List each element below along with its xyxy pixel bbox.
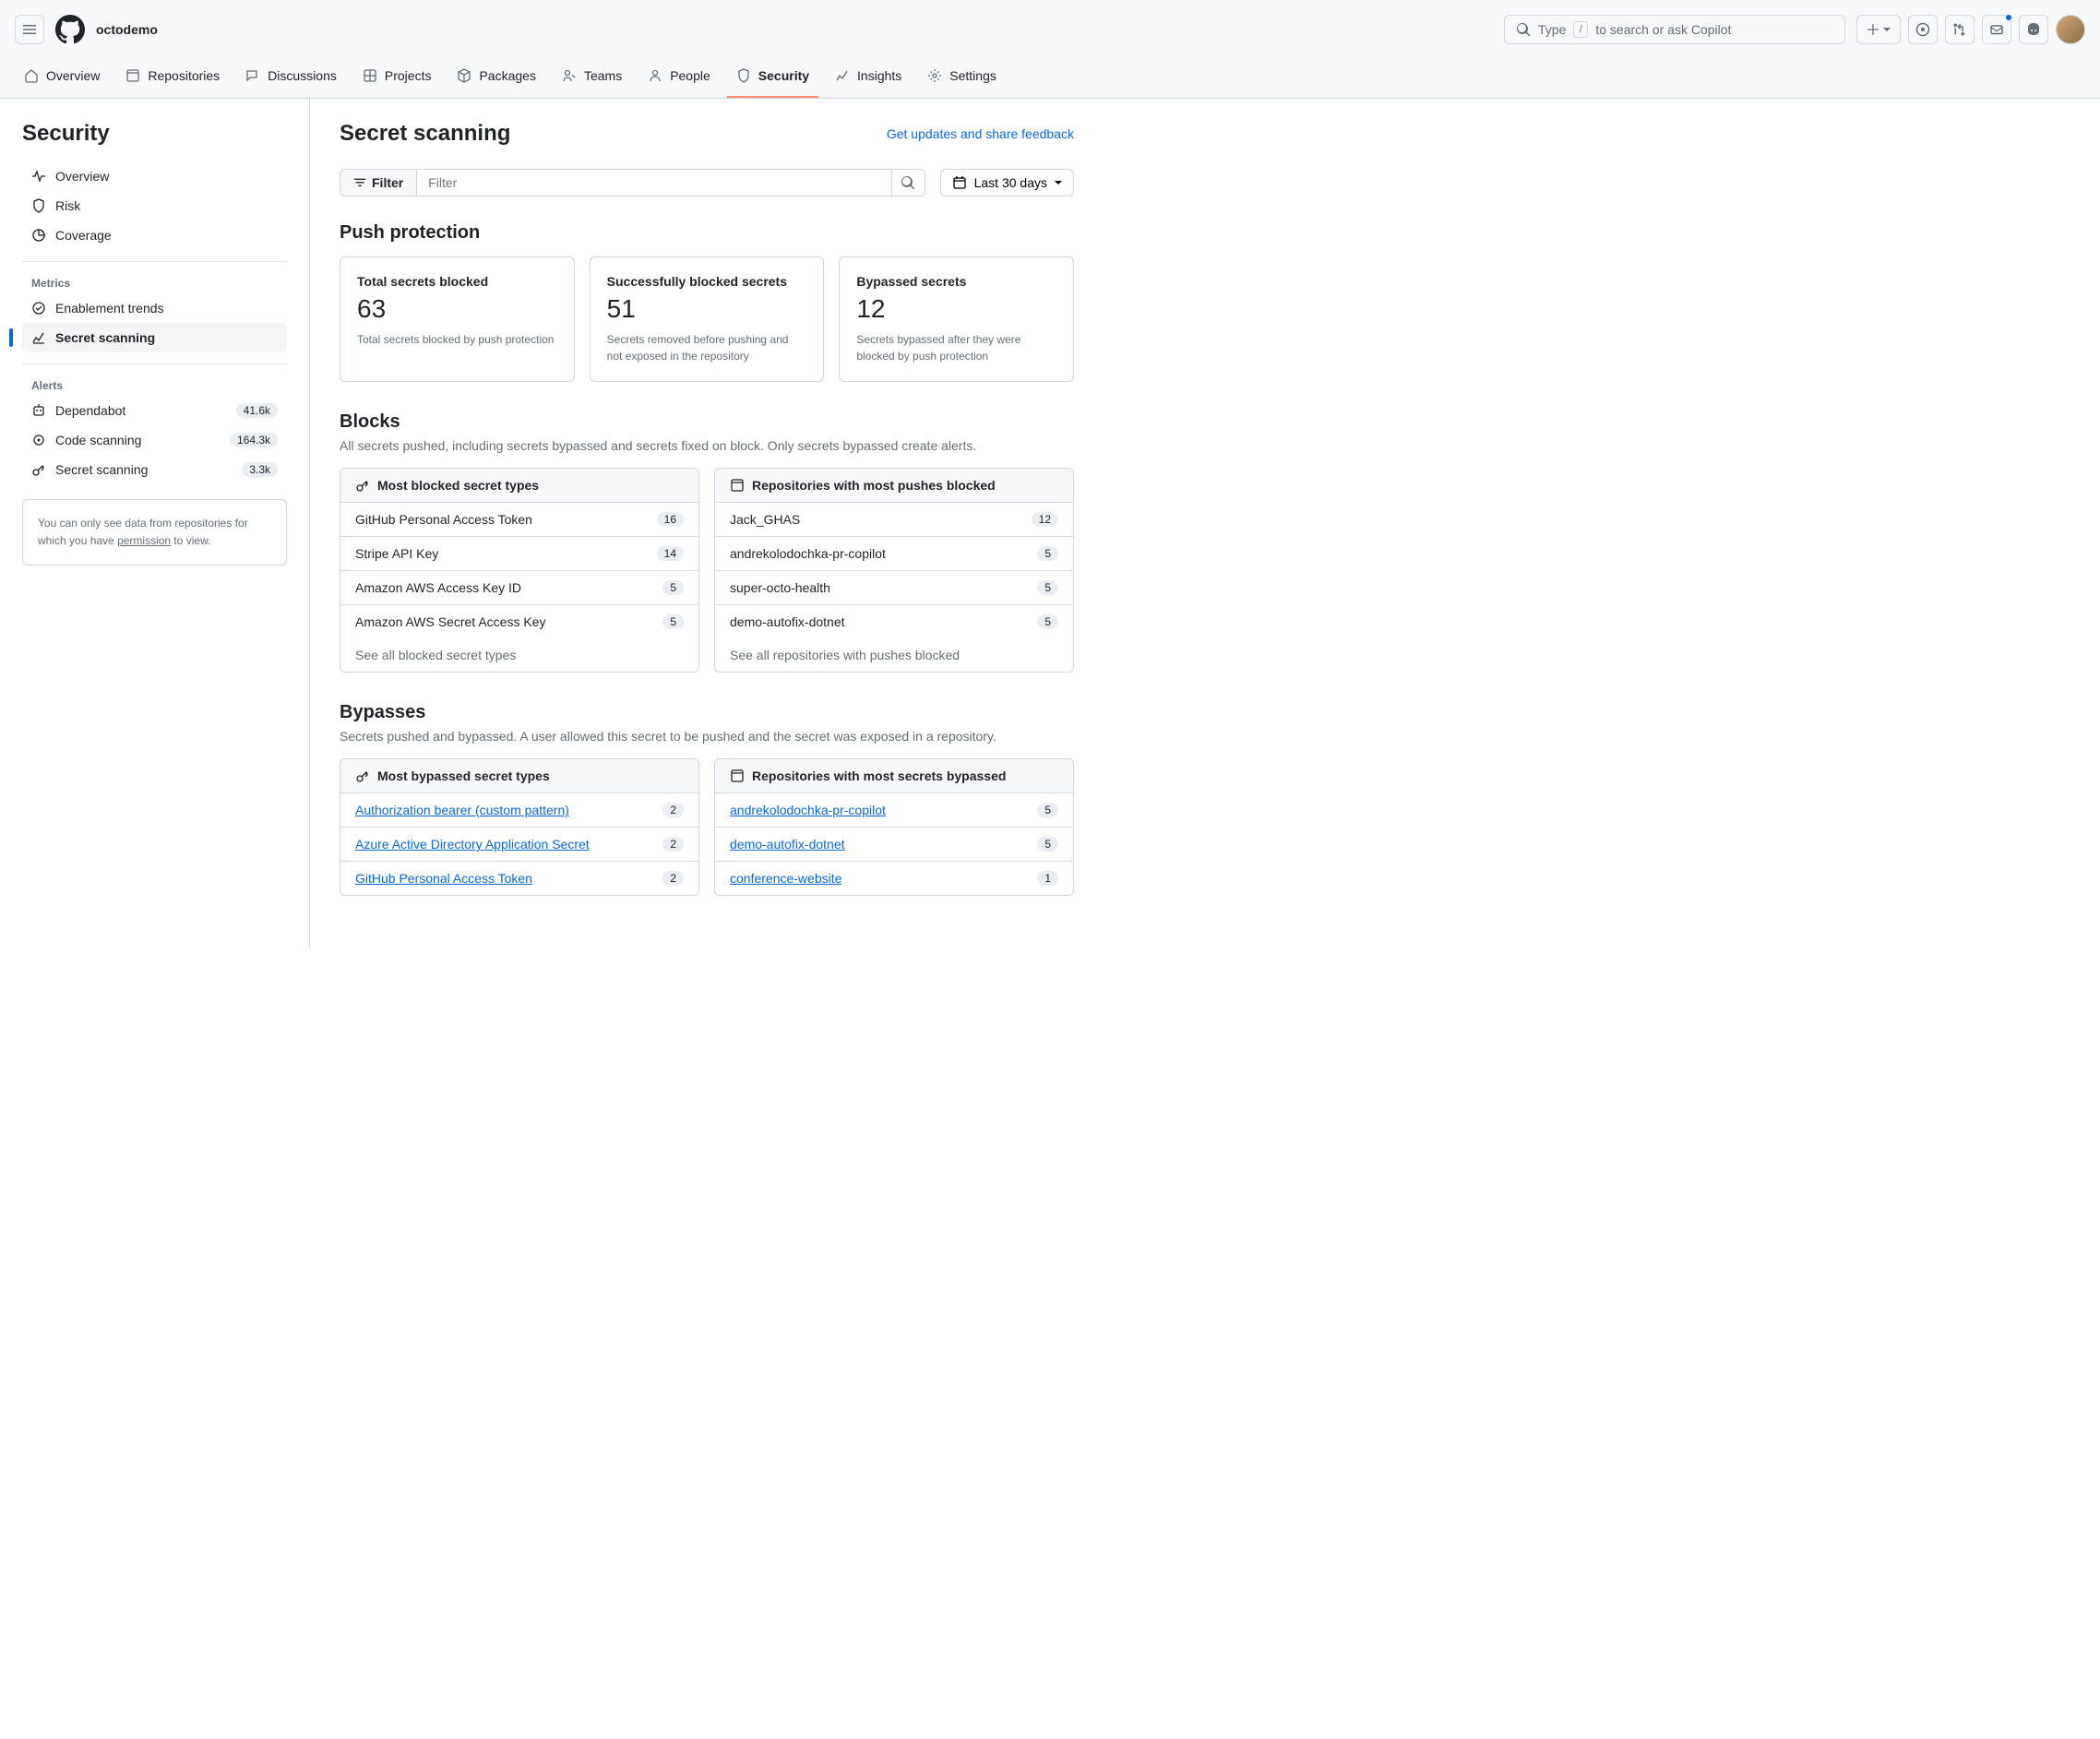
permission-info-box: You can only see data from repositories … [22, 499, 287, 566]
sidebar-item-enablement-trends[interactable]: Enablement trends [22, 293, 287, 323]
tab-overview[interactable]: Overview [15, 59, 109, 98]
chevron-down-icon [1055, 179, 1062, 186]
bypasses-subheading: Secrets pushed and bypassed. A user allo… [340, 729, 1074, 744]
permission-link[interactable]: permission [117, 534, 171, 547]
list-item[interactable]: Azure Active Directory Application Secre… [340, 828, 698, 862]
sidebar-section-metrics: Metrics [22, 269, 287, 293]
security-sidebar: Security Overview Risk Coverage Metrics … [0, 99, 310, 947]
tab-settings[interactable]: Settings [918, 59, 1006, 98]
list-item[interactable]: conference-website1 [715, 862, 1073, 895]
slash-key-icon: / [1573, 21, 1588, 38]
pull-requests-button[interactable] [1945, 15, 1975, 44]
list-item[interactable]: andrekolodochka-pr-copilot5 [715, 793, 1073, 828]
panel-bypassed-secret-types: Most bypassed secret types Authorization… [340, 758, 699, 896]
stat-card-bypassed: Bypassed secrets 12 Secrets bypassed aft… [839, 256, 1074, 382]
sidebar-item-secret-scanning-alerts[interactable]: Secret scanning 3.3k [22, 455, 287, 484]
calendar-icon [952, 175, 967, 190]
feedback-link[interactable]: Get updates and share feedback [887, 126, 1074, 141]
tab-teams[interactable]: Teams [553, 59, 631, 98]
tab-insights[interactable]: Insights [826, 59, 911, 98]
list-item[interactable]: demo-autofix-dotnet5 [715, 828, 1073, 862]
sidebar-title: Security [22, 121, 287, 147]
filter-input[interactable] [417, 170, 890, 196]
sidebar-item-risk[interactable]: Risk [22, 191, 287, 220]
see-all-repos-blocked-link[interactable]: See all repositories with pushes blocked [715, 638, 1073, 672]
tab-projects[interactable]: Projects [353, 59, 441, 98]
repo-icon [730, 768, 745, 783]
issues-button[interactable] [1908, 15, 1938, 44]
panel-blocked-secret-types: Most blocked secret types GitHub Persona… [340, 468, 699, 673]
panel-repos-pushes-blocked: Repositories with most pushes blocked Ja… [714, 468, 1074, 673]
key-icon [355, 478, 370, 493]
notifications-button[interactable] [1982, 15, 2011, 44]
create-new-button[interactable] [1856, 15, 1901, 44]
list-item[interactable]: GitHub Personal Access Token16 [340, 503, 698, 537]
stat-card-total-blocked: Total secrets blocked 63 Total secrets b… [340, 256, 575, 382]
copilot-button[interactable] [2019, 15, 2048, 44]
list-item[interactable]: Authorization bearer (custom pattern)2 [340, 793, 698, 828]
stat-cards: Total secrets blocked 63 Total secrets b… [340, 256, 1074, 382]
hamburger-menu-button[interactable] [15, 15, 44, 44]
list-item[interactable]: Jack_GHAS12 [715, 503, 1073, 537]
date-range-button[interactable]: Last 30 days [940, 169, 1074, 197]
sidebar-item-coverage[interactable]: Coverage [22, 220, 287, 250]
filter-icon [353, 176, 366, 189]
search-icon [901, 175, 915, 190]
app-header: octodemo Type / to search or ask Copilot [0, 0, 2100, 59]
blocks-heading: Blocks [340, 411, 1074, 433]
list-item[interactable]: andrekolodochka-pr-copilot5 [715, 537, 1073, 571]
list-item[interactable]: super-octo-health5 [715, 571, 1073, 605]
sidebar-section-alerts: Alerts [22, 372, 287, 396]
user-avatar[interactable] [2056, 15, 2085, 44]
stat-card-successfully-blocked: Successfully blocked secrets 51 Secrets … [590, 256, 825, 382]
list-item[interactable]: Amazon AWS Secret Access Key5 [340, 605, 698, 638]
tab-people[interactable]: People [638, 59, 720, 98]
notification-indicator-icon [2005, 14, 2012, 21]
sidebar-item-secret-scanning-metrics[interactable]: Secret scanning [22, 323, 287, 352]
push-protection-heading: Push protection [340, 222, 1074, 244]
bypasses-heading: Bypasses [340, 702, 1074, 723]
panel-repos-bypassed: Repositories with most secrets bypassed … [714, 758, 1074, 896]
filter-search-button[interactable] [891, 170, 925, 196]
sidebar-item-overview[interactable]: Overview [22, 161, 287, 191]
filter-bar: Filter [340, 169, 925, 197]
tab-discussions[interactable]: Discussions [236, 59, 346, 98]
global-search[interactable]: Type / to search or ask Copilot [1504, 15, 1845, 44]
main-content: Secret scanning Get updates and share fe… [310, 99, 1104, 947]
sidebar-item-dependabot[interactable]: Dependabot 41.6k [22, 396, 287, 425]
tab-packages[interactable]: Packages [447, 59, 544, 98]
list-item[interactable]: GitHub Personal Access Token2 [340, 862, 698, 895]
search-icon [1516, 22, 1531, 37]
filter-button[interactable]: Filter [340, 170, 417, 196]
repo-icon [730, 478, 745, 493]
page-title: Secret scanning [340, 121, 510, 147]
sidebar-item-code-scanning[interactable]: Code scanning 164.3k [22, 425, 287, 455]
tab-repositories[interactable]: Repositories [116, 59, 229, 98]
list-item[interactable]: Amazon AWS Access Key ID5 [340, 571, 698, 605]
org-nav-tabs: Overview Repositories Discussions Projec… [0, 59, 2100, 99]
list-item[interactable]: Stripe API Key14 [340, 537, 698, 571]
blocks-subheading: All secrets pushed, including secrets by… [340, 438, 1074, 453]
tab-security[interactable]: Security [727, 59, 818, 98]
key-icon [355, 768, 370, 783]
github-logo-icon[interactable] [55, 15, 85, 44]
list-item[interactable]: demo-autofix-dotnet5 [715, 605, 1073, 638]
see-all-blocked-types-link[interactable]: See all blocked secret types [340, 638, 698, 672]
org-name[interactable]: octodemo [96, 22, 158, 37]
